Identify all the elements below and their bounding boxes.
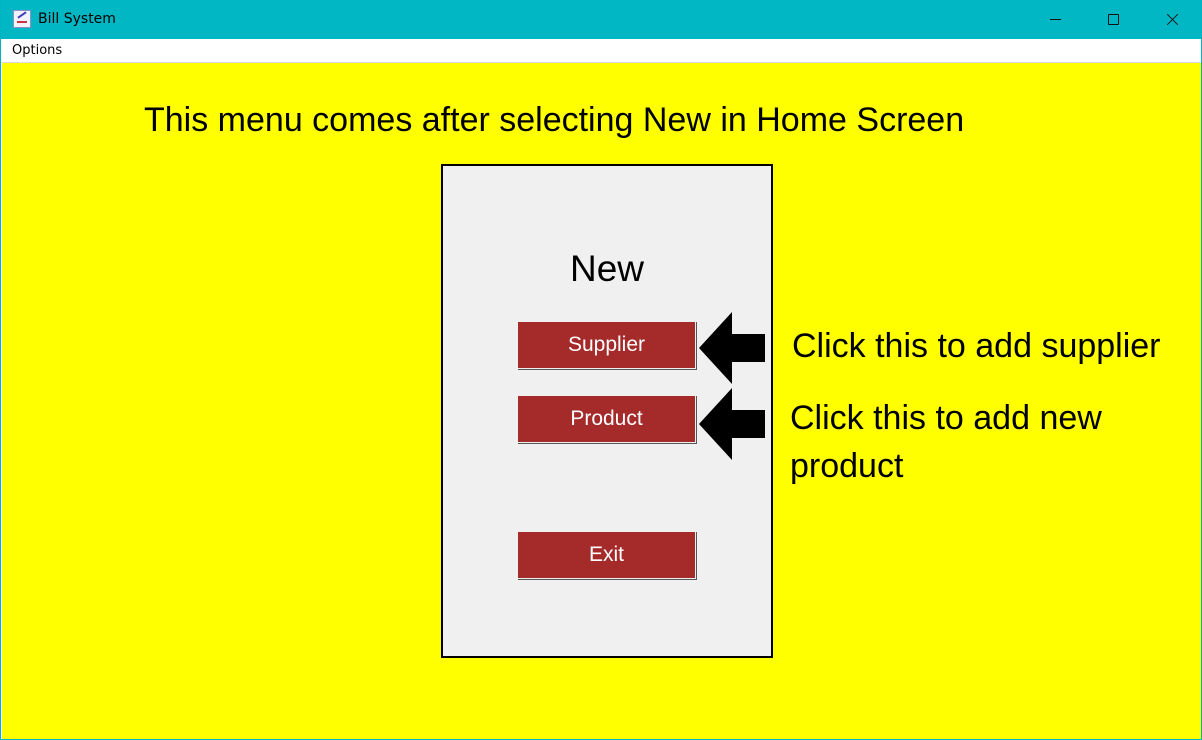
title-bar[interactable]: Bill System xyxy=(1,0,1201,39)
menu-options[interactable]: Options xyxy=(12,43,62,59)
app-window: Bill System Options This menu comes afte… xyxy=(0,0,1202,740)
product-annotation: Click this to add new product xyxy=(790,399,1102,485)
close-button[interactable] xyxy=(1142,0,1200,39)
maximize-button[interactable] xyxy=(1084,0,1142,39)
window-title: Bill System xyxy=(38,11,116,27)
minimize-button[interactable] xyxy=(1026,0,1084,39)
left-arrow-icon xyxy=(699,312,765,384)
menu-bar: Options xyxy=(1,39,1201,63)
instruction-headline: This menu comes after selecting New in H… xyxy=(144,101,965,139)
exit-button[interactable]: Exit xyxy=(517,531,696,579)
supplier-annotation: Click this to add supplier xyxy=(792,327,1161,365)
left-arrow-icon xyxy=(699,388,765,460)
supplier-button[interactable]: Supplier xyxy=(517,321,696,369)
panel-title: New xyxy=(569,248,645,289)
product-button[interactable]: Product xyxy=(517,395,696,443)
app-icon xyxy=(13,10,31,28)
